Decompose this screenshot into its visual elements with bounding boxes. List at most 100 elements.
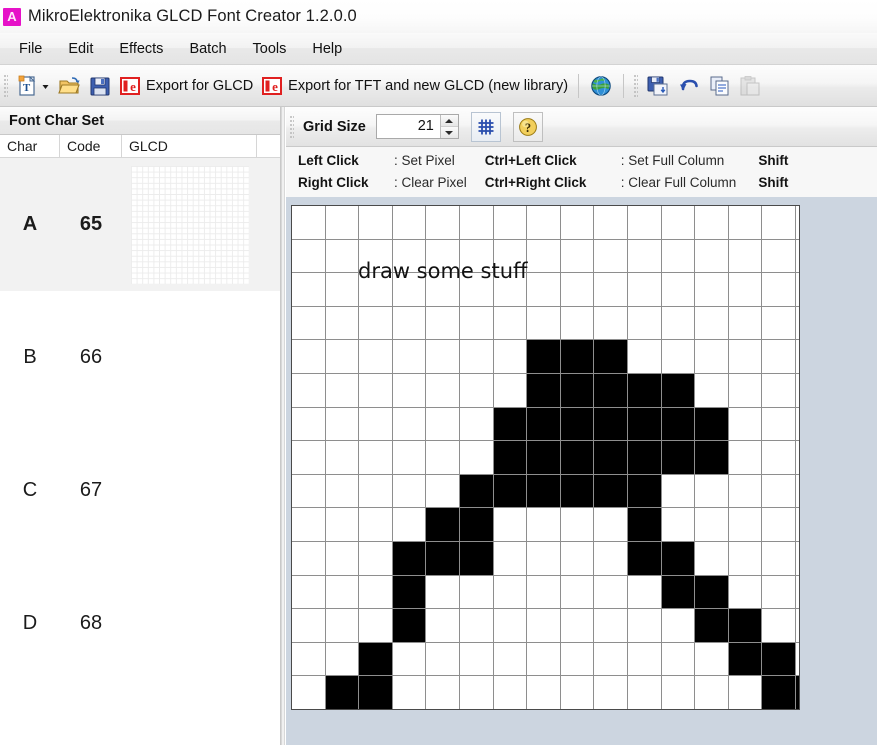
pixel-cell[interactable] <box>392 306 427 341</box>
pixel-cell[interactable] <box>695 474 729 509</box>
pixel-cell[interactable] <box>493 542 528 576</box>
pixel-cell[interactable] <box>661 206 696 240</box>
editor-toolbar-grip[interactable] <box>290 115 294 138</box>
pixel-cell[interactable] <box>560 407 595 442</box>
pixel-cell[interactable] <box>762 407 796 442</box>
pixel-cell[interactable] <box>527 206 561 240</box>
pixel-cell[interactable] <box>628 407 662 442</box>
pixel-cell[interactable] <box>325 474 360 509</box>
pixel-cell[interactable] <box>796 441 799 475</box>
pixel-cell[interactable] <box>392 642 427 677</box>
pixel-cell[interactable] <box>728 273 763 307</box>
pixel-cell[interactable] <box>527 239 561 274</box>
pixel-cell[interactable] <box>460 474 494 509</box>
pixel-cell[interactable] <box>325 508 360 542</box>
pixel-cell[interactable] <box>762 676 796 709</box>
pixel-cell[interactable] <box>426 474 460 509</box>
pixel-cell[interactable] <box>661 441 696 475</box>
pixel-cell[interactable] <box>527 340 561 374</box>
pixel-cell[interactable] <box>661 374 696 408</box>
pixel-cell[interactable] <box>392 609 427 643</box>
pixel-cell[interactable] <box>762 340 796 374</box>
pixel-cell[interactable] <box>695 441 729 475</box>
pixel-cell[interactable] <box>325 306 360 341</box>
pixel-cell[interactable] <box>392 407 427 442</box>
pixel-cell[interactable] <box>426 239 460 274</box>
pixel-cell[interactable] <box>527 508 561 542</box>
pixel-cell[interactable] <box>728 340 763 374</box>
pixel-cell[interactable] <box>493 676 528 709</box>
pixel-cell[interactable] <box>325 441 360 475</box>
pixel-cell[interactable] <box>594 407 628 442</box>
pixel-cell[interactable] <box>762 474 796 509</box>
pixel-cell[interactable] <box>560 340 595 374</box>
pixel-cell[interactable] <box>460 407 494 442</box>
pixel-cell[interactable] <box>426 340 460 374</box>
pixel-cell[interactable] <box>594 239 628 274</box>
menu-item-batch[interactable]: Batch <box>176 37 239 61</box>
pixel-cell[interactable] <box>796 306 799 341</box>
pixel-cell[interactable] <box>426 642 460 677</box>
pixel-cell[interactable] <box>695 676 729 709</box>
pixel-cell[interactable] <box>426 542 460 576</box>
pixel-cell[interactable] <box>292 340 326 374</box>
table-row[interactable]: A 65 <box>0 158 280 291</box>
pixel-cell[interactable] <box>762 508 796 542</box>
pixel-cell[interactable] <box>527 542 561 576</box>
paste-button[interactable] <box>735 70 765 102</box>
pixel-cell[interactable] <box>527 474 561 509</box>
pixel-cell[interactable] <box>493 374 528 408</box>
pixel-cell[interactable] <box>493 508 528 542</box>
pixel-cell[interactable] <box>392 575 427 610</box>
pixel-cell[interactable] <box>560 676 595 709</box>
toolbar-grip-2[interactable] <box>634 74 639 97</box>
pixel-cell[interactable] <box>392 508 427 542</box>
pixel-cell[interactable] <box>359 609 393 643</box>
pixel-cell[interactable] <box>392 441 427 475</box>
pixel-cell[interactable] <box>426 407 460 442</box>
pixel-cell[interactable] <box>493 273 528 307</box>
pixel-cell[interactable] <box>460 374 494 408</box>
pixel-cell[interactable] <box>359 206 393 240</box>
pixel-cell[interactable] <box>493 642 528 677</box>
pixel-cell[interactable] <box>392 474 427 509</box>
pixel-cell[interactable] <box>661 542 696 576</box>
pixel-grid[interactable]: draw some stuff <box>291 205 800 710</box>
pixel-cell[interactable] <box>392 206 427 240</box>
pixel-cell[interactable] <box>728 407 763 442</box>
pixel-cell[interactable] <box>796 407 799 442</box>
export-tft-button[interactable]: e Export for TFT and new GLCD (new libra… <box>257 70 572 102</box>
pixel-cell[interactable] <box>728 306 763 341</box>
pixel-cell[interactable] <box>359 508 393 542</box>
pixel-cell[interactable] <box>628 676 662 709</box>
menu-item-tools[interactable]: Tools <box>240 37 300 61</box>
pixel-cell[interactable] <box>796 609 799 643</box>
pixel-cell[interactable] <box>661 273 696 307</box>
pixel-cell[interactable] <box>695 206 729 240</box>
pixel-cell[interactable] <box>325 239 360 274</box>
export-glcd-button[interactable]: e Export for GLCD <box>115 70 257 102</box>
new-font-button[interactable]: T <box>13 70 54 102</box>
toolbar-grip[interactable] <box>4 74 8 97</box>
pixel-cell[interactable] <box>695 508 729 542</box>
pixel-cell[interactable] <box>796 508 799 542</box>
pixel-cell[interactable] <box>796 273 799 307</box>
pixel-cell[interactable] <box>560 206 595 240</box>
undo-button[interactable] <box>673 70 705 102</box>
pixel-cell[interactable] <box>493 306 528 341</box>
pixel-cell[interactable] <box>728 374 763 408</box>
pixel-cell[interactable] <box>728 642 763 677</box>
copy-button[interactable] <box>705 70 735 102</box>
pixel-cell[interactable] <box>292 407 326 442</box>
pixel-cell[interactable] <box>661 340 696 374</box>
pixel-cell[interactable] <box>392 340 427 374</box>
pixel-cell[interactable] <box>493 575 528 610</box>
pixel-cell[interactable] <box>661 306 696 341</box>
pixel-cell[interactable] <box>661 642 696 677</box>
menu-item-effects[interactable]: Effects <box>106 37 176 61</box>
pixel-cell[interactable] <box>695 407 729 442</box>
pixel-cell[interactable] <box>460 542 494 576</box>
pixel-cell[interactable] <box>594 273 628 307</box>
pixel-cell[interactable] <box>560 642 595 677</box>
pixel-cell[interactable] <box>628 474 662 509</box>
